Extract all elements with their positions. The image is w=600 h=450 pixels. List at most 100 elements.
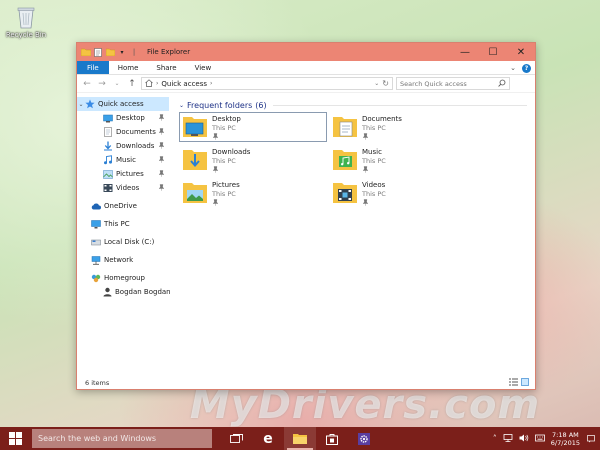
music-folder-icon [333, 150, 357, 170]
breadcrumb-separator-icon[interactable]: › [156, 80, 158, 87]
pin-icon[interactable] [158, 142, 165, 151]
properties-icon[interactable] [93, 47, 103, 57]
volume-icon[interactable] [519, 434, 529, 444]
desktop-folder-icon [183, 117, 207, 137]
folder-tile-desktop[interactable]: Desktop This PC [179, 112, 327, 142]
folder-tile-downloads[interactable]: Downloads This PC [179, 145, 327, 175]
forward-arrow-icon[interactable]: → [96, 78, 108, 90]
nav-item-user[interactable]: Bogdan Bogdan [77, 285, 171, 299]
navigation-pane: ⌄ Quick access Desktop Documents Downloa… [77, 93, 171, 376]
store-button[interactable] [316, 427, 348, 450]
show-hidden-icons-chevron-icon[interactable]: ˄ [493, 434, 497, 443]
breadcrumb-quick-access[interactable]: Quick access [161, 80, 207, 88]
system-tray: ˄ 7:18 AM 6/7/2015 [493, 427, 600, 450]
music-folder-icon [103, 155, 113, 165]
nav-item-music[interactable]: Music [77, 153, 169, 167]
search-box[interactable] [396, 77, 510, 90]
pin-icon[interactable] [362, 166, 386, 175]
start-button[interactable] [0, 427, 30, 450]
recycle-bin-desktop-icon[interactable]: Recycle Bin [4, 4, 48, 39]
expand-ribbon-chevron-icon[interactable]: ⌄ [510, 64, 516, 72]
back-arrow-icon[interactable]: ← [81, 78, 93, 90]
nav-label: Downloads [116, 142, 155, 150]
edge-browser-button[interactable]: e [252, 427, 284, 450]
nav-label: This PC [104, 220, 130, 228]
settings-taskbar-button[interactable] [348, 427, 380, 450]
pin-icon[interactable] [158, 184, 165, 193]
tab-home[interactable]: Home [109, 61, 148, 74]
folder-location: This PC [212, 157, 236, 165]
folder-tile-documents[interactable]: Documents This PC [329, 112, 477, 142]
minimize-button[interactable]: — [451, 43, 479, 61]
title-bar[interactable]: ▾ | File Explorer — ☐ ✕ [77, 43, 535, 61]
address-bar[interactable]: › Quick access › ⌄ ↻ [141, 77, 393, 90]
nav-item-documents[interactable]: Documents [77, 125, 169, 139]
nav-item-quick-access[interactable]: ⌄ Quick access [77, 97, 169, 111]
clock-date: 6/7/2015 [550, 438, 580, 447]
details-view-icon[interactable] [509, 378, 518, 388]
pictures-folder-icon [103, 169, 113, 179]
nav-item-videos[interactable]: Videos [77, 181, 169, 195]
nav-item-pictures[interactable]: Pictures [77, 167, 169, 181]
nav-label: Homegroup [104, 274, 146, 282]
search-input[interactable] [400, 79, 496, 88]
search-icon[interactable] [498, 79, 506, 89]
pin-icon[interactable] [158, 156, 165, 165]
up-arrow-icon[interactable]: ↑ [126, 78, 138, 90]
help-icon[interactable]: ? [522, 63, 531, 73]
folder-app-icon[interactable] [81, 47, 91, 57]
nav-label: Network [104, 256, 134, 264]
large-icons-view-icon[interactable] [521, 378, 529, 388]
nav-item-network[interactable]: Network [77, 253, 169, 267]
folder-tile-videos[interactable]: Videos This PC [329, 178, 477, 208]
taskbar-search-box[interactable]: Search the web and Windows [32, 429, 212, 448]
pin-icon[interactable] [212, 166, 250, 175]
pin-icon[interactable] [212, 199, 240, 208]
keyboard-icon[interactable] [534, 434, 545, 444]
nav-item-downloads[interactable]: Downloads [77, 139, 169, 153]
file-explorer-taskbar-button[interactable] [284, 427, 316, 450]
tab-file[interactable]: File [77, 61, 109, 74]
folder-tile-pictures[interactable]: Pictures This PC [179, 178, 327, 208]
pin-icon[interactable] [158, 170, 165, 179]
tab-share[interactable]: Share [147, 61, 185, 74]
nav-item-this-pc[interactable]: This PC [77, 217, 169, 231]
folder-tile-music[interactable]: Music This PC [329, 145, 477, 175]
nav-item-desktop[interactable]: Desktop [77, 111, 169, 125]
collapse-chevron-icon[interactable]: ⌄ [179, 102, 184, 109]
folder-location: This PC [362, 157, 386, 165]
breadcrumb-separator-icon[interactable]: › [210, 80, 212, 87]
clock[interactable]: 7:18 AM 6/7/2015 [551, 431, 580, 447]
customize-toolbar-chevron-icon[interactable]: ▾ [117, 47, 127, 57]
notifications-button[interactable] [586, 427, 596, 450]
pin-icon[interactable] [158, 128, 165, 137]
frequent-folders-header[interactable]: ⌄ Frequent folders (6) [179, 99, 535, 111]
ribbon-tabs: File Home Share View ⌄ ? [77, 61, 535, 75]
pin-icon[interactable] [158, 114, 165, 123]
maximize-button[interactable]: ☐ [479, 43, 507, 61]
nav-item-onedrive[interactable]: OneDrive [77, 199, 169, 213]
settings-gear-icon [358, 432, 370, 445]
edge-icon: e [263, 430, 273, 447]
recent-locations-chevron-icon[interactable]: ⌄ [111, 78, 123, 90]
nav-item-local-disk[interactable]: Local Disk (C:) [77, 235, 169, 249]
windows-logo-icon [8, 432, 22, 445]
task-view-button[interactable] [220, 427, 252, 450]
new-folder-icon[interactable] [105, 47, 115, 57]
pin-icon[interactable] [362, 133, 402, 142]
network-tray-icon[interactable] [503, 433, 513, 444]
pin-icon[interactable] [212, 133, 241, 142]
pin-icon[interactable] [362, 199, 386, 208]
hard-drive-icon [91, 237, 101, 247]
collapse-chevron-icon[interactable]: ⌄ [77, 101, 85, 108]
tab-view[interactable]: View [186, 61, 221, 74]
store-bag-icon [326, 433, 338, 445]
videos-folder-icon [103, 183, 113, 193]
refresh-icon[interactable]: ↻ [382, 79, 389, 88]
address-dropdown-chevron-icon[interactable]: ⌄ [374, 80, 379, 87]
quick-access-toolbar: ▾ | [77, 47, 139, 57]
nav-label: Local Disk (C:) [104, 238, 155, 246]
nav-item-homegroup[interactable]: Homegroup [77, 271, 169, 285]
close-button[interactable]: ✕ [507, 43, 535, 61]
taskbar-apps: e [220, 427, 380, 450]
